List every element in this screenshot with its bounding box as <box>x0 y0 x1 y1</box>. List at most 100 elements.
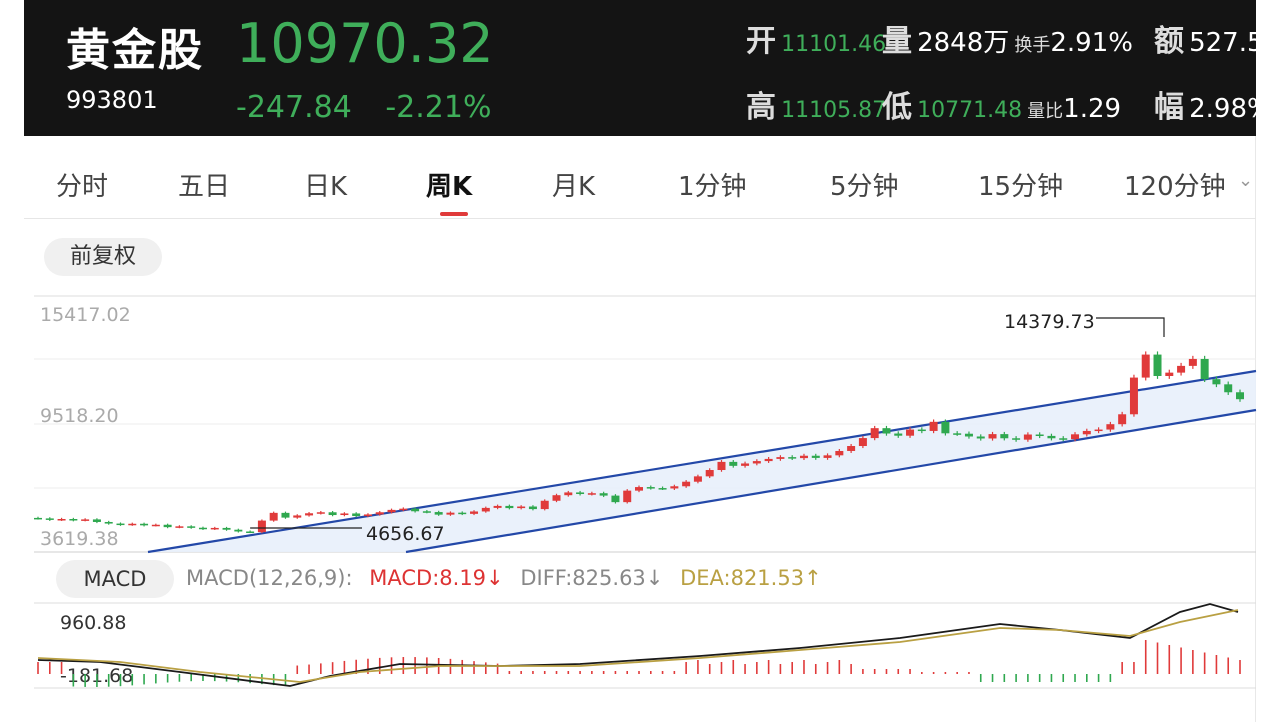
candle-up <box>705 470 714 477</box>
candle-up <box>305 513 314 516</box>
candle-down <box>894 433 903 436</box>
candle-up <box>741 463 750 466</box>
candle-down <box>140 523 149 526</box>
candle-down <box>198 527 207 530</box>
candle-up <box>1071 434 1080 440</box>
candle-up <box>151 524 160 527</box>
candle-down <box>458 512 467 515</box>
candle-up <box>1177 365 1186 373</box>
dea-line <box>37 609 1239 683</box>
candle-up <box>57 519 66 521</box>
candle-up <box>470 511 479 514</box>
candle-up <box>635 487 643 491</box>
candle-up <box>481 507 490 512</box>
candle-up <box>363 514 372 517</box>
candle-down <box>953 433 962 435</box>
candle-down <box>1059 438 1068 440</box>
candle-down <box>611 495 620 503</box>
candle-up <box>1118 414 1127 425</box>
candle-up <box>587 493 596 495</box>
candle-up <box>870 428 879 439</box>
candle-down <box>422 511 431 513</box>
macd-indicator-button[interactable]: MACD <box>56 560 174 598</box>
candle-down <box>45 518 54 520</box>
candle-up <box>776 457 785 459</box>
macd-value: MACD:8.19↓ <box>369 566 504 590</box>
diff-value: DIFF:825.63↓ <box>520 566 664 590</box>
candle-up <box>446 512 455 515</box>
candle-up <box>210 527 219 530</box>
candle-up <box>269 512 278 521</box>
candle-down <box>882 428 891 434</box>
high-annotation-leader <box>1096 317 1165 337</box>
candle-up <box>764 458 773 462</box>
candle-up <box>316 512 325 514</box>
candle-up <box>1094 429 1103 432</box>
candle-down <box>1000 434 1009 439</box>
candle-up <box>564 492 573 496</box>
candle-down <box>1012 438 1021 440</box>
candle-down <box>281 512 290 518</box>
candle-up <box>387 509 396 513</box>
candle-up <box>257 520 266 533</box>
candle-down <box>811 455 820 458</box>
macd-y-label-top: 960.88 <box>60 612 126 634</box>
candle-down <box>434 512 443 515</box>
y-axis-label-mid: 9518.20 <box>40 405 119 427</box>
candle-down <box>104 521 113 524</box>
candle-down <box>1153 354 1162 376</box>
candle-down <box>1035 434 1044 437</box>
candle-up <box>128 523 137 526</box>
candle-up <box>752 461 761 464</box>
candle-up <box>552 495 561 501</box>
low-annotation-label: 4656.67 <box>366 523 445 545</box>
candle-up <box>847 446 856 451</box>
candle-up <box>81 519 90 521</box>
candle-up <box>693 476 702 482</box>
candle-down <box>328 512 337 516</box>
candle-down <box>505 505 514 509</box>
candle-down <box>411 508 420 512</box>
candle-up <box>540 500 549 510</box>
candle-up <box>906 429 915 436</box>
candle-up <box>858 438 867 447</box>
candle-down <box>576 492 585 495</box>
candle-up <box>1165 372 1174 376</box>
candle-down <box>964 433 973 437</box>
candle-down <box>1047 435 1056 439</box>
macd-params: MACD(12,26,9): <box>186 566 353 590</box>
candle-up <box>670 486 679 489</box>
candle-down <box>1212 379 1221 385</box>
candle-up <box>375 512 384 515</box>
candle-up <box>1141 354 1150 378</box>
y-axis-label-bottom: 3619.38 <box>40 528 119 550</box>
candle-down <box>34 517 42 520</box>
channel-lower-line <box>405 408 1257 554</box>
candle-up <box>1129 377 1138 415</box>
candle-up <box>823 455 832 458</box>
candle-down <box>729 461 738 466</box>
candle-up <box>1188 358 1197 366</box>
candle-down <box>92 519 101 522</box>
candle-up <box>929 421 938 431</box>
candle-up <box>682 481 691 487</box>
candle-down <box>1224 384 1233 393</box>
candle-down <box>1236 392 1244 400</box>
candle-down <box>352 513 361 517</box>
candle-up <box>293 515 302 518</box>
kline-chart: 15417.02 9518.20 3619.38 14379.73 4656.67 960… <box>34 295 1257 689</box>
candle-down <box>222 527 231 530</box>
candle-down <box>163 524 172 528</box>
candle-down <box>246 531 255 534</box>
candle-up <box>799 455 808 459</box>
channel-upper-line <box>147 369 1257 554</box>
candle-up <box>835 450 844 456</box>
candle-down <box>599 493 608 496</box>
candle-up <box>717 461 726 471</box>
dea-value: DEA:821.53↑ <box>680 566 822 590</box>
candle-down <box>1200 358 1209 380</box>
candle-up <box>1106 424 1115 430</box>
candle-down <box>187 526 196 528</box>
candle-down <box>116 523 125 526</box>
candle-up <box>493 505 502 508</box>
